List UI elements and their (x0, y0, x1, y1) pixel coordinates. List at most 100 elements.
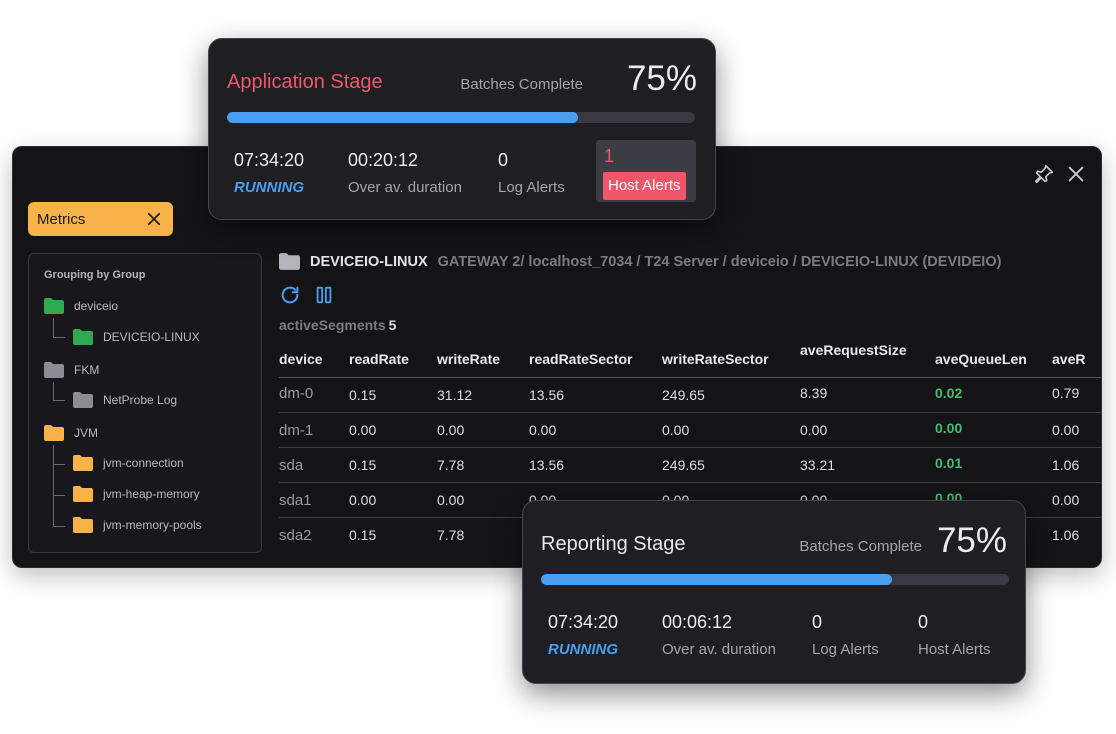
stat-time: 07:34:20 RUNNING (548, 612, 618, 658)
cell: 0.00 (437, 492, 465, 508)
refresh-icon[interactable] (279, 284, 301, 306)
table-header-row: device readRate writeRate readRateSector… (279, 337, 1101, 378)
host-alerts-box[interactable]: 1 Host Alerts (596, 140, 696, 202)
stat-duration: 00:20:12 Over av. duration (348, 150, 462, 196)
cell: 0.15 (349, 387, 377, 403)
stat-log-alerts[interactable]: 0 Log Alerts (812, 612, 879, 658)
log-alerts-label: Log Alerts (812, 641, 879, 658)
stat-host-alerts[interactable]: 0 Host Alerts (918, 612, 991, 658)
tree-node-deviceio-linux[interactable]: DEVICEIO-LINUX (73, 327, 200, 347)
log-alerts-count: 0 (498, 150, 509, 170)
host-alerts-label: Host Alerts (918, 641, 991, 658)
tree-node-jvm-heap-memory[interactable]: jvm-heap-memory (73, 484, 200, 504)
log-alerts-count: 0 (812, 612, 823, 632)
column-header[interactable]: writeRateSector (662, 351, 769, 367)
stage-duration: 00:20:12 (348, 150, 419, 170)
folder-icon (73, 517, 93, 533)
cell-queue: 0.00 (935, 420, 963, 436)
folder-icon (73, 392, 93, 408)
cell: 0.00 (662, 422, 690, 438)
stage-status: RUNNING (234, 179, 304, 196)
active-segments: activeSegments 5 (279, 317, 396, 333)
cell: 1.06 (1052, 527, 1080, 543)
batches-complete-label: Batches Complete (460, 76, 583, 93)
log-alerts-label: Log Alerts (498, 179, 565, 196)
tree-node-label: JVM (74, 426, 98, 440)
cell: 249.65 (662, 387, 705, 403)
stat-duration: 00:06:12 Over av. duration (662, 612, 776, 658)
host-alerts-count: 1 (604, 146, 615, 166)
batches-complete-percent: 75% (626, 59, 697, 98)
pause-icon[interactable] (313, 284, 335, 306)
cell: 7.78 (437, 527, 465, 543)
close-icon[interactable] (145, 210, 163, 228)
breadcrumb-path[interactable]: GATEWAY 2/ localhost_7034 / T24 Server /… (438, 254, 1002, 270)
table-row[interactable]: sda 0.15 7.78 13.56 249.65 33.21 0.01 1.… (279, 448, 1101, 483)
folder-icon (73, 329, 93, 345)
tree-node-fkm[interactable]: FKM (44, 360, 99, 380)
group-tree: Grouping by Group deviceio DEVICEIO-LINU… (28, 253, 262, 553)
active-segments-label: activeSegments (279, 317, 386, 333)
folder-icon (73, 455, 93, 471)
tree-connector (53, 318, 65, 338)
host-alerts-badge: Host Alerts (603, 172, 686, 200)
stage-status: RUNNING (548, 641, 618, 658)
reporting-stage-card: Reporting Stage Batches Complete 75% 07:… (522, 500, 1026, 684)
stage-title: Application Stage (227, 71, 383, 93)
tree-node-label: jvm-memory-pools (103, 518, 202, 532)
breadcrumb-current: DEVICEIO-LINUX (310, 253, 428, 270)
cell: 0.15 (349, 527, 377, 543)
column-header[interactable]: aveQueueLen (935, 351, 1027, 367)
close-icon[interactable] (1065, 163, 1087, 185)
cell: 0.00 (800, 422, 828, 438)
tree-node-netprobe-log[interactable]: NetProbe Log (73, 390, 177, 410)
tree-node-label: FKM (74, 363, 100, 377)
table-row[interactable]: dm-0 0.15 31.12 13.56 249.65 8.39 0.02 0… (279, 378, 1101, 413)
cell: 13.56 (529, 387, 565, 403)
active-segments-count: 5 (388, 317, 397, 333)
tree-node-jvm-memory-pools[interactable]: jvm-memory-pools (73, 515, 202, 535)
stat-log-alerts[interactable]: 0 Log Alerts (498, 150, 565, 196)
cell: 0.00 (349, 492, 377, 508)
cell: 8.39 (800, 385, 828, 401)
cell-queue: 0.01 (935, 455, 963, 471)
folder-icon (44, 362, 64, 378)
cell: 0.00 (437, 422, 465, 438)
cell: 33.21 (800, 457, 836, 473)
cell: 13.56 (529, 457, 565, 473)
folder-icon (44, 298, 64, 314)
cell-device: dm-1 (279, 422, 314, 439)
progress-bar (227, 112, 695, 123)
table-row[interactable]: dm-1 0.00 0.00 0.00 0.00 0.00 0.00 0.00 (279, 413, 1101, 448)
cell-device: sda (279, 457, 304, 474)
pin-icon[interactable] (1033, 163, 1055, 185)
cell: 0.15 (349, 457, 377, 473)
column-header[interactable]: writeRate (437, 351, 500, 367)
metrics-chip-label: Metrics (37, 210, 86, 228)
cell: 249.65 (662, 457, 705, 473)
column-header[interactable]: readRate (349, 351, 409, 367)
cell-device: sda1 (279, 492, 312, 509)
breadcrumb: DEVICEIO-LINUX GATEWAY 2/ localhost_7034… (279, 253, 1001, 270)
tree-node-deviceio[interactable]: deviceio (44, 296, 118, 316)
tree-node-label: jvm-heap-memory (103, 487, 200, 501)
tree-node-jvm[interactable]: JVM (44, 423, 98, 443)
host-alerts-count: 0 (918, 612, 929, 632)
batches-complete-percent: 75% (936, 521, 1007, 560)
cell: 31.12 (437, 387, 473, 403)
column-header[interactable]: aveR (1052, 351, 1085, 367)
tree-node-label: jvm-connection (103, 456, 184, 470)
column-header[interactable]: device (279, 351, 323, 367)
column-header[interactable]: readRateSector (529, 351, 633, 367)
progress-bar (541, 574, 1009, 585)
tree-connector (53, 496, 65, 527)
metrics-chip[interactable]: Metrics (28, 202, 173, 236)
cell-device: dm-0 (279, 385, 314, 402)
stat-time: 07:34:20 RUNNING (234, 150, 304, 196)
tree-node-jvm-connection[interactable]: jvm-connection (73, 453, 184, 473)
stage-duration-label: Over av. duration (662, 641, 776, 658)
cell: 0.79 (1052, 385, 1080, 401)
stage-duration: 00:06:12 (662, 612, 733, 632)
stage-title: Reporting Stage (541, 533, 686, 555)
column-header[interactable]: aveRequestSize (800, 341, 907, 360)
